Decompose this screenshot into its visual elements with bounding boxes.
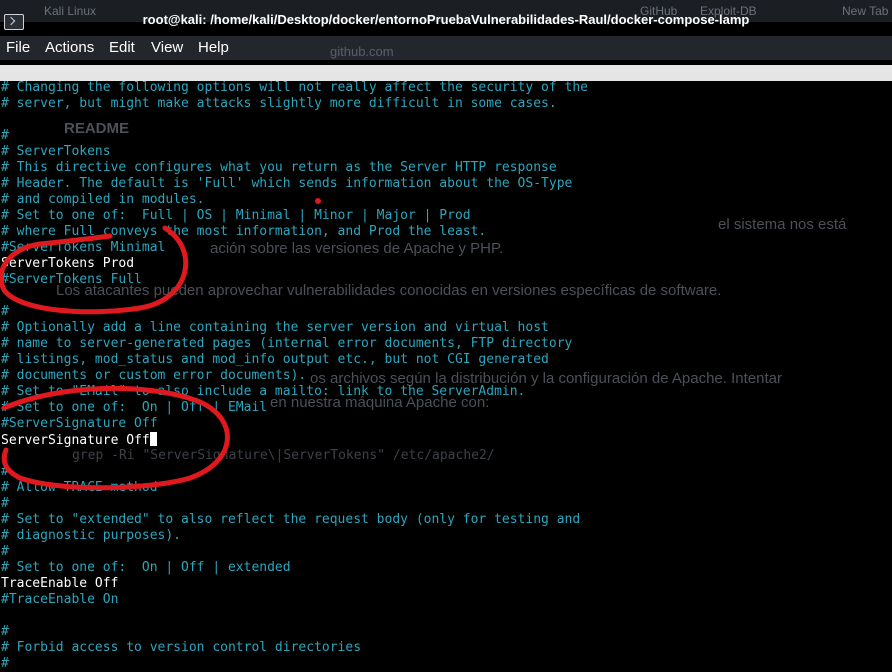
line-text: # diagnostic purposes). bbox=[1, 528, 182, 543]
line-text: # Set to one of: On | Off | extended bbox=[1, 560, 291, 575]
comment-line[interactable]: # bbox=[1, 624, 892, 640]
line-text: # Changing the following options will no… bbox=[1, 80, 588, 95]
line-text: #TraceEnable On bbox=[1, 592, 119, 607]
line-text: # bbox=[1, 304, 9, 319]
menu-edit[interactable]: Edit bbox=[109, 39, 135, 56]
comment-line[interactable]: #TraceEnable On bbox=[1, 592, 892, 608]
comment-line[interactable]: # Header. The default is 'Full' which se… bbox=[1, 176, 892, 192]
comment-line[interactable]: # name to server-generated pages (intern… bbox=[1, 336, 892, 352]
nano-editor-buffer[interactable]: # Changing the following options will no… bbox=[1, 80, 892, 672]
line-text: # bbox=[1, 128, 9, 143]
line-text: # Set to one of: Full | OS | Minimal | M… bbox=[1, 208, 471, 223]
comment-line[interactable]: # Allow TRACE method bbox=[1, 480, 892, 496]
line-text: # Optionally add a line containing the s… bbox=[1, 320, 549, 335]
comment-line[interactable]: # ServerTokens bbox=[1, 144, 892, 160]
comment-line[interactable]: # where Full conveys the most informatio… bbox=[1, 224, 892, 240]
text-cursor bbox=[149, 432, 157, 446]
line-text: # Header. The default is 'Full' which se… bbox=[1, 176, 573, 191]
comment-line[interactable]: # This directive configures what you ret… bbox=[1, 160, 892, 176]
line-text: # Allow TRACE method bbox=[1, 480, 158, 495]
window-title: root@kali: /home/kali/Desktop/docker/ent… bbox=[142, 12, 750, 27]
comment-line[interactable]: # bbox=[1, 656, 892, 672]
line-text: # Set to "extended" to also reflect the … bbox=[1, 512, 581, 527]
ghost-url: github.com bbox=[330, 44, 394, 59]
nano-title-bar: GNU nano 7.2 security.conf * bbox=[0, 65, 892, 112]
comment-line[interactable]: # Forbid access to version control direc… bbox=[1, 640, 892, 656]
line-text: # bbox=[1, 656, 9, 671]
line-text: # This directive configures what you ret… bbox=[1, 160, 557, 175]
line-text: # bbox=[1, 496, 9, 511]
line-text: # bbox=[1, 544, 9, 559]
line-text: # listings, mod_status and mod_info outp… bbox=[1, 352, 549, 367]
menu-actions[interactable]: Actions bbox=[45, 39, 94, 56]
comment-line[interactable]: # bbox=[1, 128, 892, 144]
comment-line[interactable]: # Changing the following options will no… bbox=[1, 80, 892, 96]
comment-line[interactable]: # Set to one of: On | Off | extended bbox=[1, 560, 892, 576]
line-text: ServerTokens Prod bbox=[1, 256, 135, 271]
menu-help[interactable]: Help bbox=[198, 39, 229, 56]
comment-line[interactable]: # server, but might make attacks slightl… bbox=[1, 96, 892, 112]
line-text: #ServerSignature Off bbox=[1, 416, 158, 431]
config-directive-line[interactable]: ServerTokens Prod bbox=[1, 256, 892, 272]
line-text: # bbox=[1, 464, 9, 479]
comment-line[interactable]: #ServerTokens Full bbox=[1, 272, 892, 288]
comment-line[interactable] bbox=[1, 448, 892, 464]
line-text: # Set to "EMail" to also include a mailt… bbox=[1, 384, 526, 399]
comment-line[interactable]: # Optionally add a line containing the s… bbox=[1, 320, 892, 336]
config-directive-line[interactable]: TraceEnable Off bbox=[1, 576, 892, 592]
line-text: #ServerTokens Full bbox=[1, 272, 142, 287]
comment-line[interactable]: # bbox=[1, 496, 892, 512]
comment-line[interactable]: # bbox=[1, 304, 892, 320]
comment-line[interactable]: #ServerSignature Off bbox=[1, 416, 892, 432]
comment-line[interactable] bbox=[1, 288, 892, 304]
comment-line[interactable]: # Set to one of: Full | OS | Minimal | M… bbox=[1, 208, 892, 224]
window-title-bar: root@kali: /home/kali/Desktop/docker/ent… bbox=[0, 6, 892, 34]
comment-line[interactable]: #ServerTokens Minimal bbox=[1, 240, 892, 256]
line-text: #ServerTokens Minimal bbox=[1, 240, 166, 255]
line-text: # Forbid access to version control direc… bbox=[1, 640, 362, 655]
comment-line[interactable]: # listings, mod_status and mod_info outp… bbox=[1, 352, 892, 368]
menu-view[interactable]: View bbox=[151, 39, 183, 56]
line-text: ServerSignature Off bbox=[1, 433, 150, 448]
comment-line[interactable]: # bbox=[1, 544, 892, 560]
config-directive-line[interactable]: ServerSignature Off bbox=[1, 432, 892, 448]
menu-file[interactable]: File bbox=[6, 39, 30, 56]
terminal-icon bbox=[4, 14, 24, 30]
line-text: # name to server-generated pages (intern… bbox=[1, 336, 573, 351]
comment-line[interactable]: # and compiled in modules. bbox=[1, 192, 892, 208]
comment-line[interactable] bbox=[1, 112, 892, 128]
line-text: # bbox=[1, 624, 9, 639]
line-text: # documents or custom error documents). bbox=[1, 368, 307, 383]
line-text: # where Full conveys the most informatio… bbox=[1, 224, 487, 239]
comment-line[interactable]: # documents or custom error documents). bbox=[1, 368, 892, 384]
comment-line[interactable]: # diagnostic purposes). bbox=[1, 528, 892, 544]
line-text: # and compiled in modules. bbox=[1, 192, 205, 207]
comment-line[interactable]: # Set to one of: On | Off | EMail bbox=[1, 400, 892, 416]
comment-line[interactable]: # Set to "EMail" to also include a mailt… bbox=[1, 384, 892, 400]
comment-line[interactable] bbox=[1, 608, 892, 624]
menu-bar: File Actions Edit View Help bbox=[0, 36, 892, 60]
comment-line[interactable]: # Set to "extended" to also reflect the … bbox=[1, 512, 892, 528]
comment-line[interactable]: # bbox=[1, 464, 892, 480]
line-text: # server, but might make attacks slightl… bbox=[1, 96, 557, 111]
line-text: TraceEnable Off bbox=[1, 576, 119, 591]
line-text: # ServerTokens bbox=[1, 144, 111, 159]
line-text: # Set to one of: On | Off | EMail bbox=[1, 400, 268, 415]
